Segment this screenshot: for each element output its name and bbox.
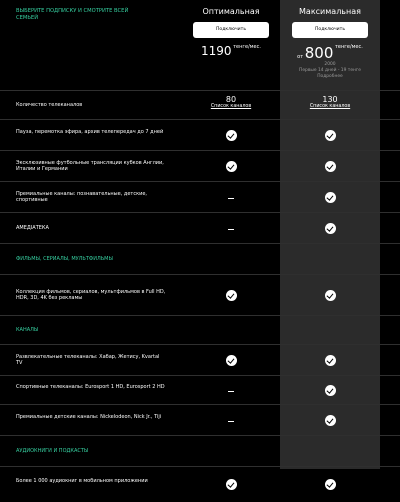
feature-cell-max: 130 Список каналов (300, 95, 360, 109)
check-icon (324, 354, 336, 366)
feature-label: Премиальные каналы: познавательные, детс… (16, 190, 148, 204)
plan-maximal-subscribe-button[interactable]: Подключить (292, 22, 368, 38)
check-icon (324, 479, 336, 490)
feature-cell-opt (201, 289, 261, 303)
feature-row: АМЕДIАТЕКА (0, 212, 400, 243)
feature-cell-max (300, 479, 360, 492)
check-icon (225, 479, 237, 490)
feature-cell-opt (201, 160, 261, 174)
feature-cell-opt: 80 Список каналов (201, 95, 261, 109)
intro-text: ВЫБЕРИТЕ ПОДПИСКУ И СМОТРИТЕ ВСЕЙ СЕМЬЕЙ (16, 8, 129, 21)
check-icon (225, 289, 237, 301)
feature-row: Премиальные каналы: познавательные, детс… (0, 181, 400, 212)
dash-icon (228, 228, 234, 231)
pricing-header: ВЫБЕРИТЕ ПОДПИСКУ И СМОТРИТЕ ВСЕЙ СЕМЬЕЙ… (0, 0, 400, 90)
feature-row: Премиальные детские каналы: Nickelodeon,… (0, 404, 400, 435)
feature-row: Развлекательные телеканалы: Хабар, Жетис… (0, 344, 400, 375)
plan-optimal-subscribe-button[interactable]: Подключить (193, 22, 269, 38)
channel-list-link[interactable]: Список каналов (300, 104, 360, 109)
dash-icon (228, 197, 234, 200)
plan-maximal-price-unit: тенге/мес. (334, 44, 363, 50)
dash-icon (228, 420, 234, 423)
feature-row: Пауза, перемотка эфира, архив телепереда… (0, 119, 400, 150)
feature-label: Развлекательные телеканалы: Хабар, Жетис… (16, 353, 160, 367)
feature-cell-opt (201, 129, 261, 143)
feature-cell-opt (201, 479, 261, 492)
feature-row: Эксклюзивные футбольные трансляции кубко… (0, 150, 400, 181)
feature-label: Коллекция фильмов, сериалов, мультфильмо… (16, 288, 166, 302)
plan-optimal-price: 1190 тенге/мес. (191, 44, 271, 58)
feature-row: Количество телеканалов 80 Список каналов 13… (0, 90, 400, 119)
plan-optimal-price-unit: тенге/мес. (233, 44, 261, 50)
channel-count: 130 (322, 95, 338, 104)
feature-label: Пауза, перемотка эфира, архив телепереда… (16, 128, 164, 135)
feature-label: Эксклюзивные футбольные трансляции кубко… (16, 159, 164, 173)
feature-label: Спортивные телеканалы: Eurosport 1 HD, E… (16, 383, 165, 390)
feature-cell-max (300, 129, 360, 143)
feature-row: Более 1 000 аудиокниг в мобильном прилож… (0, 466, 400, 502)
feature-cell-max (300, 289, 360, 303)
section-header: КАНАЛЫ (0, 315, 400, 344)
section-header: ФИЛЬМЫ, СЕРИАЛЫ, МУЛЬТФИЛЬМЫ (0, 243, 400, 274)
feature-row: Коллекция фильмов, сериалов, мультфильмо… (0, 274, 400, 315)
section-header: АУДИОКНИГИ И ПОДКАСТЫ (0, 435, 400, 466)
channel-list-link[interactable]: Список каналов (201, 104, 261, 109)
plan-maximal: Максимальная Подключить от 800 тенге/мес… (290, 6, 370, 80)
feature-table: Количество телеканалов 80 Список каналов 13… (0, 90, 400, 502)
plan-maximal-price: от 800 тенге/мес. (290, 44, 370, 62)
feature-cell-max (300, 354, 360, 368)
section-title: АУДИОКНИГИ И ПОДКАСТЫ (16, 447, 89, 454)
feature-cell-opt (201, 196, 261, 202)
plan-maximal-details-link[interactable]: Подробнее (290, 74, 370, 80)
feature-label: Количество телеканалов (16, 101, 83, 108)
plan-maximal-name: Максимальная (299, 7, 361, 16)
feature-label: Более 1 000 аудиокниг в мобильном прилож… (16, 478, 148, 484)
check-icon (324, 191, 336, 203)
check-icon (225, 129, 237, 141)
plan-optimal-name: Оптимальная (202, 7, 260, 16)
check-icon (324, 129, 336, 141)
check-icon (324, 160, 336, 172)
dash-icon (228, 390, 234, 393)
pricing-page: ВЫБЕРИТЕ ПОДПИСКУ И СМОТРИТЕ ВСЕЙ СЕМЬЕЙ… (0, 0, 400, 490)
check-icon (324, 222, 336, 234)
section-title: ФИЛЬМЫ, СЕРИАЛЫ, МУЛЬТФИЛЬМЫ (16, 255, 113, 262)
feature-label: Премиальные детские каналы: Nickelodeon,… (16, 413, 162, 420)
feature-label: АМЕДIАТЕКА (16, 224, 49, 231)
feature-cell-opt (201, 419, 261, 425)
check-icon (324, 289, 336, 301)
check-icon (324, 384, 336, 396)
plan-maximal-price-from: от (297, 54, 304, 60)
channel-count: 80 (225, 95, 237, 104)
feature-cell-opt (201, 389, 261, 395)
section-title: КАНАЛЫ (16, 326, 39, 333)
feature-cell-max (300, 384, 360, 398)
feature-cell-max (300, 191, 360, 205)
plan-optimal-price-value: 1190 (201, 44, 232, 58)
check-icon (324, 414, 336, 426)
plan-maximal-price-value: 800 (304, 44, 334, 62)
feature-cell-max (300, 160, 360, 174)
plan-optimal: Оптимальная Подключить 1190 тенге/мес. (191, 6, 271, 58)
check-icon (225, 354, 237, 366)
feature-cell-max (300, 222, 360, 236)
feature-cell-opt (201, 354, 261, 368)
check-icon (225, 160, 237, 172)
feature-cell-max (300, 414, 360, 428)
feature-cell-opt (201, 227, 261, 233)
feature-row: Спортивные телеканалы: Eurosport 1 HD, E… (0, 375, 400, 404)
